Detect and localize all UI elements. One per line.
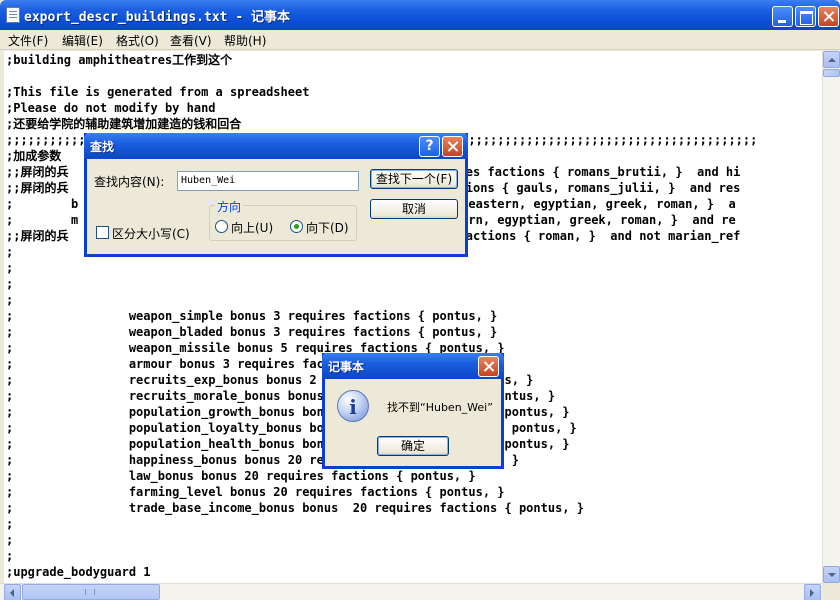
editor-line: ;还要给学院的辅助建筑增加建造的钱和回合 (6, 117, 242, 131)
scroll-up-icon[interactable] (823, 51, 840, 68)
message-text: 找不到“Huben_Wei” (387, 401, 493, 414)
horizontal-scrollbar[interactable] (0, 583, 822, 600)
direction-down-label[interactable]: 向下(D) (306, 219, 349, 236)
editor-line: ; (6, 533, 14, 547)
editor-line: ;upgrade_bodyguard 1 (6, 565, 151, 579)
message-box-title: 记事本 (328, 360, 365, 374)
menu-edit[interactable]: 编辑(E) (62, 32, 103, 49)
direction-up-label[interactable]: 向上(U) (231, 219, 273, 236)
editor-line: ; (6, 293, 14, 307)
editor-line: ; (6, 277, 14, 291)
horizontal-scroll-thumb[interactable] (22, 584, 160, 600)
find-what-input[interactable]: Huben_Wei (177, 171, 359, 191)
editor-line: ; law_bonus bonus 20 requires factions {… (6, 469, 476, 483)
editor-line: ; trade_base_income_bonus bonus 20 requi… (6, 501, 584, 515)
info-icon: i (337, 390, 369, 422)
maximize-icon[interactable] (795, 6, 816, 27)
editor-line: ; (6, 549, 14, 563)
direction-up-radio[interactable] (215, 220, 228, 233)
menu-file[interactable]: 文件(F) (8, 32, 48, 49)
window-title: export_descr_buildings.txt - 记事本 (24, 10, 290, 25)
menu-bar: 文件(F) 编辑(E) 格式(O) 查看(V) 帮助(H) (0, 30, 840, 50)
scrollbar-corner (822, 583, 840, 600)
scroll-right-icon[interactable] (804, 584, 821, 600)
cancel-button[interactable]: 取消 (370, 199, 458, 219)
editor-line: ;This file is generated from a spreadshe… (6, 85, 310, 99)
scroll-left-icon[interactable] (4, 584, 21, 600)
match-case-label[interactable]: 区分大小写(C) (112, 225, 190, 242)
menu-format[interactable]: 格式(O) (116, 32, 159, 49)
find-dialog-title: 查找 (90, 140, 115, 154)
vertical-scroll-thumb[interactable] (823, 69, 840, 77)
find-dialog-close-icon[interactable] (442, 136, 463, 157)
direction-label: 方向 (215, 198, 244, 215)
editor-line: ;加成参数 (6, 149, 62, 163)
editor-line: ;building amphitheatres工作到这个 (6, 53, 233, 67)
message-box-title-bar[interactable]: 记事本 (322, 353, 504, 379)
editor-line: ; (6, 261, 14, 275)
editor-line: ; (6, 245, 14, 259)
vertical-scrollbar[interactable] (822, 51, 840, 583)
menu-view[interactable]: 查看(V) (170, 32, 212, 49)
editor-line: ; (6, 517, 14, 531)
editor-line: ; weapon_simple bonus 3 requires faction… (6, 309, 498, 323)
message-box: 记事本 i 找不到“Huben_Wei” 确定 (322, 353, 504, 469)
editor-line: ;Please do not modify by hand (6, 101, 216, 115)
message-box-close-icon[interactable] (478, 356, 499, 377)
direction-down-radio[interactable] (290, 220, 303, 233)
editor-line: ; farming_level bonus 20 requires factio… (6, 485, 505, 499)
find-dialog-title-bar[interactable]: 查找 ? (84, 133, 468, 159)
find-dialog: 查找 ? 查找内容(N): Huben_Wei 查找下一个(F) 取消 区分大小… (84, 133, 468, 257)
scroll-down-icon[interactable] (823, 566, 840, 583)
ok-button[interactable]: 确定 (377, 436, 449, 456)
close-icon[interactable] (818, 6, 839, 27)
notepad-icon (6, 7, 20, 23)
help-icon[interactable]: ? (419, 136, 440, 157)
window-title-bar[interactable]: export_descr_buildings.txt - 记事本 (0, 0, 840, 30)
info-icon-glyph: i (349, 395, 357, 419)
menu-help[interactable]: 帮助(H) (224, 32, 266, 49)
find-what-label: 查找内容(N): (94, 175, 165, 189)
find-next-button[interactable]: 查找下一个(F) (370, 169, 458, 189)
match-case-checkbox[interactable] (96, 226, 109, 239)
minimize-icon[interactable] (772, 6, 793, 27)
text-editor[interactable]: ;building amphitheatres工作到这个 ;This file i… (4, 51, 822, 583)
editor-line: ; weapon_bladed bonus 3 requires faction… (6, 325, 498, 339)
